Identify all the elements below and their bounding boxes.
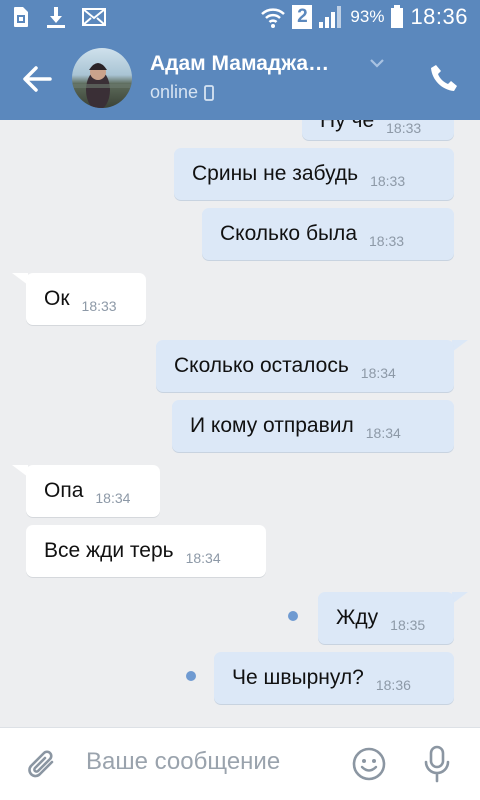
message-list[interactable]: Ну че 18:33 Срины не забудь 18:33 Скольк… [0, 120, 480, 727]
message-input[interactable]: Ваше сообщение [86, 748, 280, 776]
message-bubble-out[interactable]: Срины не забудь 18:33 [174, 148, 454, 200]
clock: 18:36 [410, 4, 468, 29]
microphone-icon[interactable] [424, 745, 450, 783]
back-arrow-icon[interactable] [20, 62, 54, 96]
bubble-tail [452, 340, 468, 352]
battery-percent: 93% [350, 7, 385, 26]
message-time: 18:33 [81, 298, 117, 314]
message-time: 18:34 [185, 550, 221, 566]
email-icon [82, 8, 106, 26]
avatar[interactable] [72, 48, 132, 108]
message-text: Ну че [320, 120, 375, 132]
message-text: Че швырнул? [232, 666, 364, 689]
message-text: Опа [44, 479, 84, 502]
message-text: Жду [336, 606, 379, 629]
unread-indicator [186, 671, 196, 681]
bubble-tail [452, 592, 468, 604]
emoji-icon[interactable] [352, 747, 386, 781]
sim-slot-badge: 2 [292, 5, 313, 29]
chevron-down-icon[interactable] [368, 56, 386, 70]
battery-icon [391, 5, 404, 28]
contact-status: online [150, 82, 214, 103]
message-bubble-out[interactable]: Че швырнул? 18:36 [214, 652, 454, 704]
wifi-icon [261, 8, 286, 28]
message-time: 18:34 [365, 425, 401, 441]
message-text: Сколько осталось [174, 354, 349, 377]
message-bubble-in[interactable]: Опа 18:34 [26, 465, 160, 517]
message-composer: Ваше сообщение [0, 727, 480, 800]
contact-name[interactable]: Адам Мамаджа… [150, 52, 329, 76]
message-text: Ок [44, 287, 70, 310]
message-bubble-in[interactable]: Все жди терь 18:34 [26, 525, 266, 577]
phone-call-icon[interactable] [428, 62, 460, 94]
message-bubble-out[interactable]: Сколько осталось 18:34 [156, 340, 454, 392]
chat-header: Адам Мамаджа… online [0, 36, 480, 120]
message-time: 18:33 [369, 233, 405, 249]
message-bubble-out[interactable]: Сколько была 18:33 [202, 208, 454, 260]
message-time: 18:35 [390, 617, 426, 633]
message-bubble-out[interactable]: Жду 18:35 [318, 592, 454, 644]
online-status-label: online [150, 82, 199, 102]
message-bubble-in[interactable]: Ок 18:33 [26, 273, 146, 325]
status-bar: 2 93% 18:36 [0, 0, 480, 36]
paperclip-icon[interactable] [26, 746, 58, 782]
message-text: Срины не забудь [192, 162, 359, 185]
download-icon [47, 7, 65, 28]
message-time: 18:34 [360, 365, 396, 381]
signal-icon [319, 6, 342, 28]
message-text: И кому отправил [190, 414, 354, 437]
message-text: Сколько была [220, 222, 357, 245]
mobile-device-icon [204, 84, 214, 101]
message-bubble-out[interactable]: И кому отправил 18:34 [172, 400, 454, 452]
message-time: 18:34 [95, 490, 131, 506]
message-time: 18:36 [375, 677, 411, 693]
sim-card-icon [14, 7, 28, 27]
message-time: 18:33 [370, 173, 406, 189]
message-bubble-out[interactable]: Ну че 18:33 [302, 120, 454, 140]
message-text: Все жди терь [44, 539, 174, 562]
unread-indicator [288, 611, 298, 621]
message-time: 18:33 [386, 120, 422, 136]
